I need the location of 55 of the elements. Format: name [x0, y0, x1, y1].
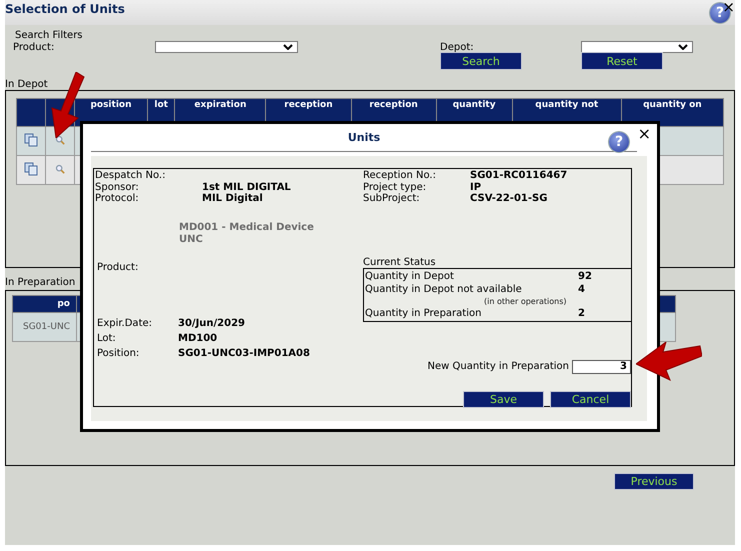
field-value: CSV-22-01-SG [470, 193, 548, 204]
field-label: Despatch No.: [95, 170, 166, 182]
field-label: Protocol: [95, 193, 140, 204]
status-label: Quantity in Preparation [365, 306, 482, 320]
product-name: MD001 - Medical Device [179, 222, 315, 234]
dropdown[interactable] [155, 41, 298, 53]
field-value: MIL Digital [202, 193, 263, 204]
copy-icon[interactable] [24, 132, 38, 146]
field-label: Reception No.: [363, 170, 437, 182]
section-title: Search Filters [15, 30, 84, 41]
status-value: 2 [578, 306, 585, 320]
field-value: SG01-RC0116467 [470, 170, 568, 182]
field-label: Lot: [97, 332, 117, 346]
section-title: In Depot [5, 79, 48, 90]
annotation-arrow [636, 342, 702, 382]
product-name: UNC [179, 234, 204, 246]
status-label: Quantity in Depot not available [365, 282, 523, 296]
window-title: Selection of Units [5, 2, 125, 16]
field-label: Sponsor: [95, 182, 140, 192]
table-header: quantity on [621, 98, 724, 126]
field-value: MD100 [178, 332, 218, 346]
status-label: Quantity in Depot [365, 270, 455, 282]
filter-button[interactable]: Search [440, 52, 522, 70]
field-label: SubProject: [363, 193, 420, 204]
dialog-title: Units [348, 131, 380, 144]
section-title: In Preparation [5, 277, 76, 288]
table-header [16, 98, 46, 126]
field-label: Project type: [363, 182, 428, 192]
caret-icon [678, 44, 688, 50]
caret-icon [283, 44, 293, 50]
status-value: 4 [578, 282, 585, 296]
dialog-button[interactable]: Save [463, 390, 544, 408]
dialog-button[interactable]: Cancel [550, 390, 631, 408]
field-label: New Quantity in Preparation [428, 361, 569, 372]
status-title: Current Status [363, 256, 437, 268]
dropdown[interactable] [581, 41, 693, 53]
table-cell: SG01-UNC [12, 312, 76, 342]
field-value: 30/Jun/2029 [178, 316, 246, 330]
field-value: 1st MIL DIGITAL [202, 182, 291, 193]
field-label: Expir.Date: [97, 316, 154, 330]
quantity-field[interactable]: 3 [572, 360, 631, 374]
field-label: Product: [97, 262, 140, 272]
status-note: (in other operations) [483, 296, 568, 306]
status-value: 92 [578, 270, 592, 282]
field-value: IP [470, 182, 482, 193]
field-label: Depot: [440, 42, 474, 52]
close-button[interactable]: × [638, 126, 651, 142]
filter-button[interactable]: Reset [581, 52, 663, 70]
field-value: SG01-UNC03-IMP01A08 [178, 346, 310, 360]
copy-icon[interactable] [24, 162, 38, 176]
previous-button[interactable]: Previous [614, 473, 694, 490]
search-icon[interactable] [55, 134, 65, 144]
field-label: Product: [13, 42, 54, 52]
field-label: Position: [97, 346, 140, 360]
table-header: po [12, 296, 76, 312]
